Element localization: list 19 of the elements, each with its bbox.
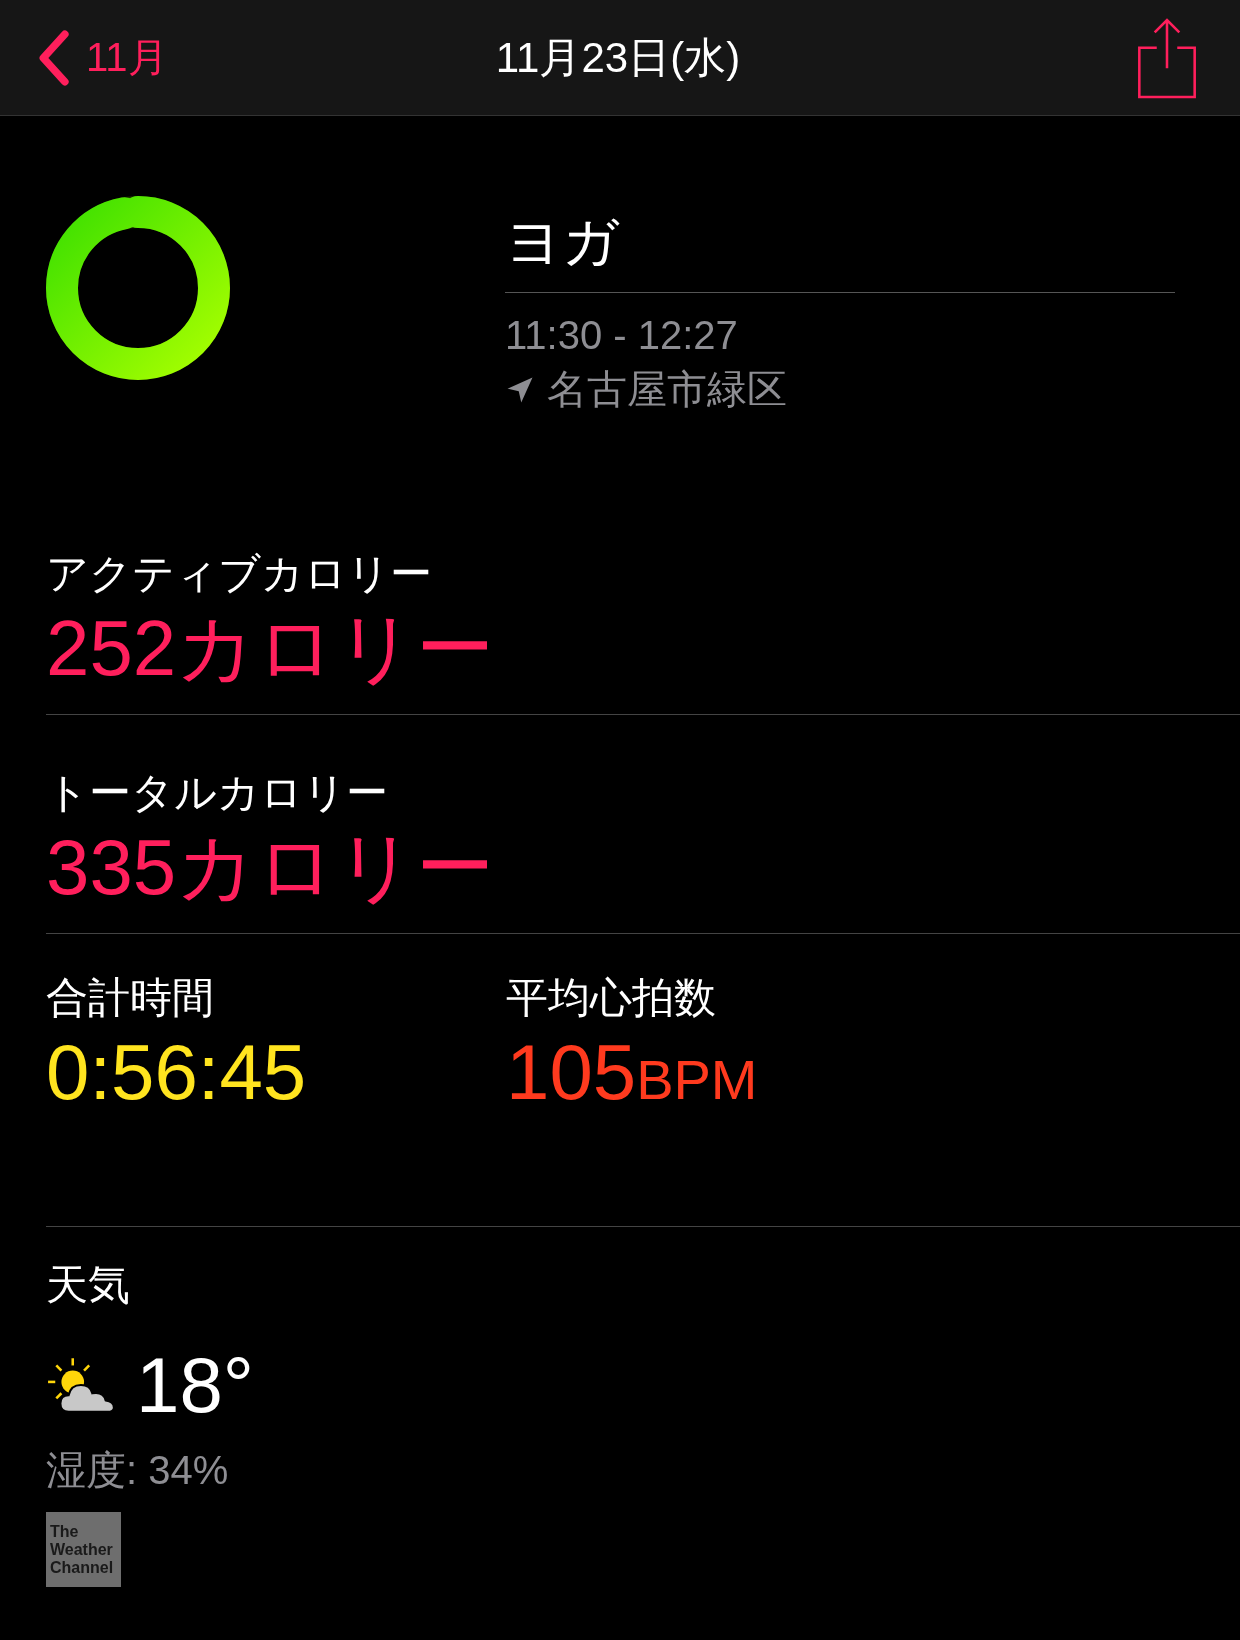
metric-value: 335カロリー	[46, 822, 496, 913]
metric-value: 105BPM	[506, 1027, 759, 1118]
weather-channel-logo: The Weather Channel	[46, 1512, 121, 1587]
temperature: 18°	[136, 1340, 254, 1431]
back-button[interactable]: 11月	[36, 29, 196, 86]
weather-label: 天気	[46, 1260, 131, 1310]
share-icon[interactable]	[1136, 16, 1198, 99]
metric-label: トータルカロリー	[46, 768, 389, 818]
metric-value: 252カロリー	[46, 603, 496, 694]
metric-label: 平均心拍数	[506, 973, 717, 1023]
time-range: 11:30 - 12:27	[505, 313, 739, 358]
metric-label: 合計時間	[46, 973, 215, 1023]
back-chevron-icon	[36, 29, 70, 86]
location: 名古屋市緑区	[547, 366, 787, 413]
workout-name: ヨガ	[505, 209, 621, 275]
metric-label: アクティブカロリー	[46, 549, 433, 599]
humidity: 湿度: 34%	[46, 1447, 230, 1494]
metric-value: 0:56:45	[46, 1027, 308, 1118]
date-title: 11月23日(水)	[495, 32, 741, 83]
